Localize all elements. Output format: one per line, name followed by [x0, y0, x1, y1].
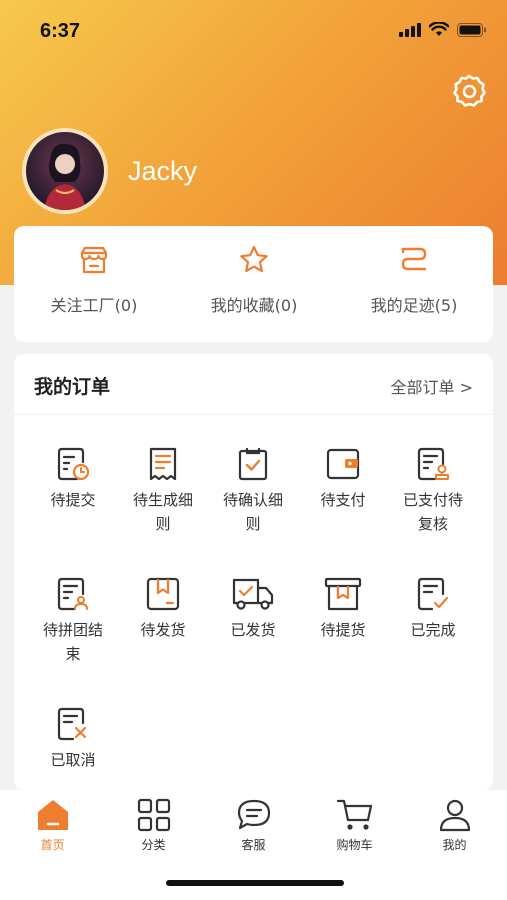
- receipt-icon: [149, 447, 177, 481]
- tab-label: 客服: [241, 838, 266, 852]
- tab-label: 我的: [442, 838, 467, 852]
- clipboard-check-icon: [238, 447, 268, 481]
- truck-icon: [232, 578, 274, 610]
- order-status-label: 已完成: [410, 621, 456, 639]
- battery-icon: [457, 22, 486, 37]
- order-status-label: 已取消: [50, 751, 96, 769]
- quick-link-label: 我的足迹(5): [370, 296, 458, 315]
- quick-link-favorites[interactable]: 我的收藏(0): [174, 226, 334, 342]
- avatar-image: [44, 143, 86, 210]
- footprint-icon: [401, 247, 427, 271]
- order-status-pending-pickup[interactable]: 待提货: [298, 576, 388, 642]
- order-status-label: 已支付待复核: [402, 491, 463, 533]
- order-status-pending-ship[interactable]: 待发货: [118, 576, 208, 642]
- order-status-label: 待支付: [320, 491, 366, 509]
- grid-icon: [137, 798, 170, 832]
- doc-stamp-icon: [417, 447, 449, 481]
- tab-home[interactable]: 首页: [2, 798, 103, 853]
- status-time: 6:37: [40, 20, 81, 42]
- order-status-label: 已发货: [230, 621, 276, 639]
- order-status-pending-submit[interactable]: 待提交: [28, 446, 118, 512]
- wallet-icon: [326, 448, 360, 480]
- tab-categories[interactable]: 分类: [103, 798, 204, 853]
- factory-icon: [80, 246, 108, 274]
- doc-clock-icon: [57, 447, 90, 481]
- chat-icon: [237, 799, 270, 830]
- status-icons: [399, 22, 487, 37]
- orders-card: 我的订单 全部订单 > 待提交 待生成细则 待确认细则 待支付 已支付待复核 待…: [14, 354, 493, 790]
- tab-cart[interactable]: 购物车: [304, 798, 405, 853]
- avatar[interactable]: [22, 128, 108, 214]
- signal-icon: [399, 22, 421, 37]
- home-icon: [37, 800, 68, 830]
- username: Jacky: [128, 156, 198, 186]
- doc-group-icon: [57, 577, 88, 611]
- order-status-pending-payment[interactable]: 待支付: [298, 446, 388, 512]
- star-icon: [240, 245, 268, 273]
- box-icon: [324, 577, 362, 611]
- wifi-icon: [429, 22, 449, 36]
- order-status-shipped[interactable]: 已发货: [208, 576, 298, 642]
- order-status-paid-review[interactable]: 已支付待复核: [388, 446, 478, 536]
- cart-icon: [336, 799, 372, 830]
- package-icon: [146, 577, 180, 611]
- orders-title: 我的订单: [34, 376, 111, 398]
- order-status-label: 待生成细则: [132, 491, 193, 533]
- tab-label: 分类: [141, 838, 166, 852]
- tab-label: 购物车: [336, 838, 373, 852]
- status-bar: 6:37: [0, 0, 507, 62]
- order-status-label: 待提货: [320, 621, 366, 639]
- tab-label: 首页: [40, 838, 65, 852]
- tab-customer-service[interactable]: 客服: [203, 798, 304, 853]
- order-status-confirm-details[interactable]: 待确认细则: [208, 446, 298, 536]
- user-icon: [439, 799, 470, 832]
- quick-link-label: 我的收藏(0): [210, 296, 298, 315]
- order-status-completed[interactable]: 已完成: [388, 576, 478, 642]
- order-status-label: 待发货: [140, 621, 186, 639]
- order-status-cancelled[interactable]: 已取消: [28, 706, 118, 772]
- quick-link-followed-factories[interactable]: 关注工厂(0): [14, 226, 174, 342]
- doc-cancel-icon: [57, 707, 87, 741]
- settings-gear-icon[interactable]: [450, 72, 488, 110]
- order-status-group-pending[interactable]: 待拼团结束: [28, 576, 118, 666]
- quick-link-footprints[interactable]: 我的足迹(5): [334, 226, 494, 342]
- order-status-pending-details[interactable]: 待生成细则: [118, 446, 208, 536]
- order-status-label: 待确认细则: [222, 491, 283, 533]
- home-indicator: [166, 880, 344, 886]
- order-status-label: 待提交: [50, 491, 96, 509]
- quick-links-card: 关注工厂(0) 我的收藏(0) 我的足迹(5): [14, 226, 493, 342]
- tab-me[interactable]: 我的: [404, 798, 505, 853]
- order-status-label: 待拼团结束: [42, 621, 103, 663]
- divider: [14, 414, 493, 415]
- all-orders-link[interactable]: 全部订单 >: [391, 374, 474, 398]
- quick-link-label: 关注工厂(0): [50, 296, 138, 315]
- doc-check-icon: [417, 577, 449, 611]
